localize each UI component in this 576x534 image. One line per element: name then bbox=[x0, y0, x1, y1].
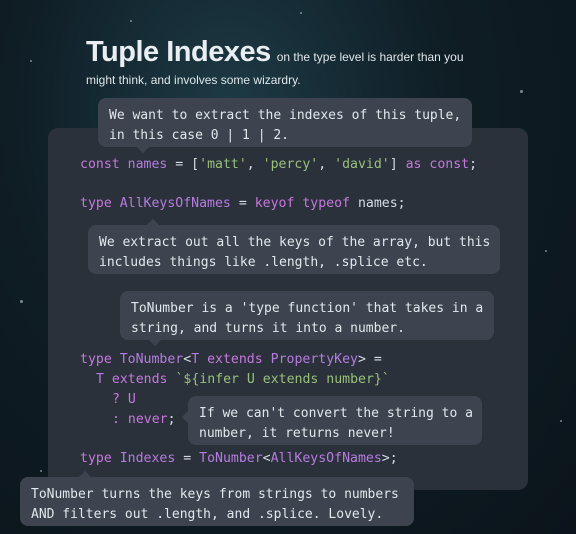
star bbox=[300, 12, 302, 14]
note-extract-keys: We extract out all the keys of the array… bbox=[88, 225, 500, 274]
operator: = bbox=[230, 196, 255, 211]
identifier: names bbox=[127, 157, 168, 172]
keyword: type bbox=[80, 196, 112, 211]
code-line-2: type AllKeysOfNames = keyof typeof names… bbox=[80, 196, 406, 211]
code-line-7: type Indexes = ToNumber<AllKeysOfNames>; bbox=[80, 451, 398, 466]
code-line-6: : never; bbox=[112, 412, 176, 427]
string: 'david' bbox=[334, 157, 390, 172]
type-param: T bbox=[191, 352, 200, 367]
punct: ; bbox=[167, 412, 176, 427]
operator: = [ bbox=[167, 157, 200, 172]
punct: ; bbox=[389, 451, 398, 466]
template-literal: `${infer U extends number}` bbox=[175, 372, 390, 387]
operator: = bbox=[175, 451, 200, 466]
punct: > = bbox=[357, 352, 382, 367]
keyword: keyof bbox=[254, 196, 295, 211]
keyword: extends bbox=[207, 352, 263, 367]
keyword: type bbox=[80, 451, 112, 466]
identifier: ToNumber bbox=[119, 352, 184, 367]
subtitle-part2: might think, and involves some wizardry. bbox=[86, 73, 301, 87]
keyword: as const bbox=[405, 157, 470, 172]
code-line-3: type ToNumber<T extends PropertyKey> = bbox=[80, 352, 382, 367]
punct: ; bbox=[469, 157, 478, 172]
star bbox=[40, 470, 42, 472]
punct: ] bbox=[389, 157, 406, 172]
keyword: type bbox=[80, 352, 112, 367]
colon: : bbox=[112, 412, 128, 427]
star bbox=[30, 60, 32, 62]
code-line-4: T extends `${infer U extends number}` bbox=[96, 372, 390, 387]
punct: < bbox=[183, 352, 192, 367]
conditional: ? U bbox=[112, 392, 136, 407]
rest: names; bbox=[350, 196, 406, 211]
punct: > bbox=[381, 451, 390, 466]
keyword-never: never bbox=[127, 412, 168, 427]
star bbox=[20, 300, 23, 303]
star bbox=[520, 90, 523, 93]
type-param: T bbox=[96, 372, 104, 387]
note-tonumber-explainer: ToNumber is a 'type function' that takes… bbox=[120, 291, 494, 340]
code-line-5: ? U bbox=[112, 392, 136, 407]
page-title: Tuple Indexes bbox=[86, 36, 271, 68]
note-summary: ToNumber turns the keys from strings to … bbox=[20, 477, 414, 526]
punct: < bbox=[262, 451, 271, 466]
type-function: ToNumber bbox=[199, 451, 263, 466]
punct: , bbox=[246, 157, 263, 172]
identifier: AllKeysOfNames bbox=[119, 196, 231, 211]
string: 'percy' bbox=[262, 157, 319, 172]
punct: , bbox=[318, 157, 335, 172]
star bbox=[545, 250, 547, 252]
keyword: const bbox=[80, 157, 120, 172]
subtitle-part1: on the type level is harder than you bbox=[276, 50, 464, 64]
identifier: Indexes bbox=[119, 451, 176, 466]
type-arg: AllKeysOfNames bbox=[270, 451, 382, 466]
string: 'matt' bbox=[199, 157, 247, 172]
keyword: typeof bbox=[302, 196, 350, 211]
header: Tuple Indexes on the type level is harder… bbox=[86, 36, 526, 87]
star bbox=[130, 20, 132, 22]
type-name: PropertyKey bbox=[270, 352, 358, 367]
code-line-1: const names = ['matt', 'percy', 'david']… bbox=[80, 157, 477, 172]
star bbox=[560, 420, 562, 422]
keyword: extends bbox=[111, 372, 168, 387]
note-never: If we can't convert the string to a numb… bbox=[188, 396, 482, 445]
note-extract-indexes: We want to extract the indexes of this t… bbox=[98, 98, 472, 147]
